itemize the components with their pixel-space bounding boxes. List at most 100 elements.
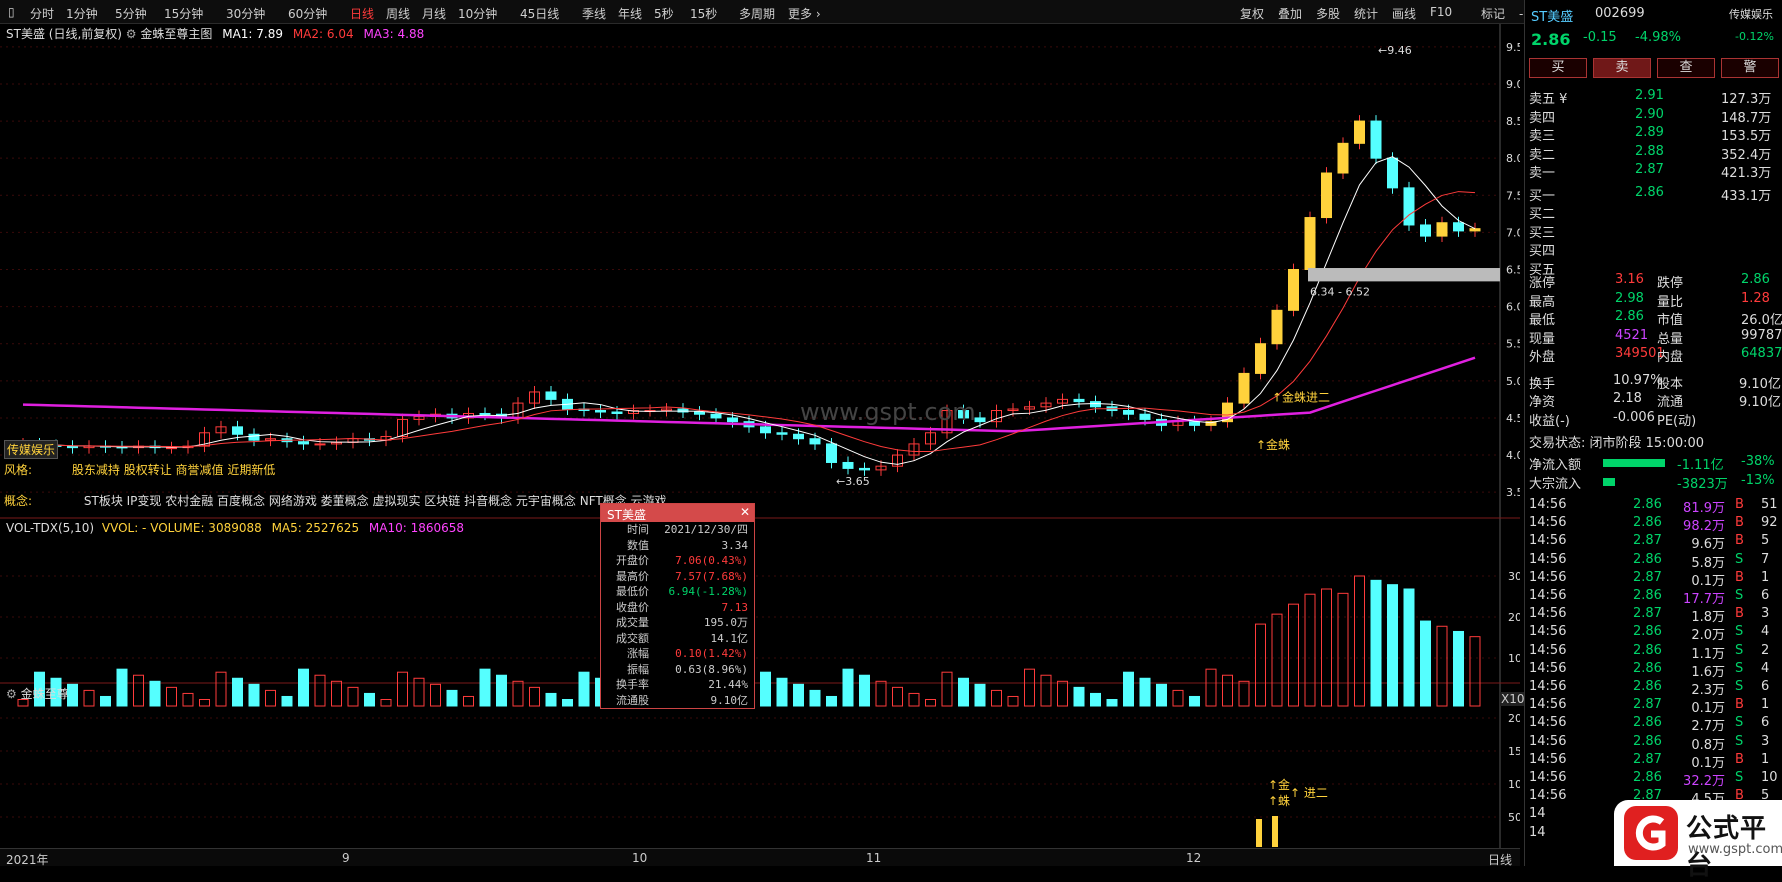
settings-icon[interactable]: ⚙ bbox=[6, 687, 17, 701]
period-tab[interactable]: 年线 bbox=[618, 5, 642, 22]
stat-cell: 10.97% bbox=[1613, 372, 1663, 388]
trade-button[interactable]: 买 bbox=[1529, 58, 1587, 78]
volume-bar bbox=[1189, 695, 1200, 707]
tick-count: 1 bbox=[1761, 751, 1770, 767]
price-tick-label: 7.50 bbox=[1506, 189, 1520, 202]
tick-time: 14:56 bbox=[1529, 660, 1567, 676]
period-tab[interactable]: 1分钟 bbox=[66, 5, 98, 22]
price-tick-label: 4.50 bbox=[1506, 412, 1520, 425]
volume-bar bbox=[182, 692, 194, 707]
tick-row: 14:56 2.86 5.8万 S 7 bbox=[1525, 552, 1782, 571]
tick-side: B bbox=[1735, 697, 1744, 713]
ask-row[interactable]: 卖四 2.90 148.7万 bbox=[1525, 107, 1782, 126]
candle bbox=[760, 426, 771, 434]
grid-icon[interactable]: ▯ bbox=[8, 5, 15, 19]
price-tick-label: 3.50 bbox=[1506, 486, 1520, 499]
toolbar-button[interactable]: 多股 bbox=[1316, 5, 1340, 22]
candle bbox=[67, 445, 78, 449]
tooltip-row: 开盘价 7.06(0.43%) bbox=[601, 553, 754, 569]
bid-row[interactable]: 买一 2.86 433.1万 bbox=[1525, 185, 1782, 204]
logo-url: www.gspt.com bbox=[1688, 842, 1782, 857]
month-label: 10 bbox=[632, 851, 648, 865]
trade-button[interactable]: 警 bbox=[1721, 58, 1779, 78]
stat-row: 最高 2.98 量比 1.28 bbox=[1525, 291, 1782, 310]
candle bbox=[776, 432, 788, 435]
vol-title[interactable]: VOL-TDX(5,10) bbox=[6, 521, 94, 535]
bid-row[interactable]: 买四 bbox=[1525, 240, 1782, 259]
tooltip-value: 2021/12/30/四 bbox=[664, 523, 748, 536]
candle bbox=[1073, 398, 1085, 403]
bid-row[interactable]: 买三 bbox=[1525, 222, 1782, 241]
sub-title[interactable]: 金蛛至尊 bbox=[21, 687, 69, 701]
volume-bar bbox=[1106, 699, 1118, 707]
volume-bar bbox=[1403, 588, 1415, 707]
toolbar-button[interactable]: 标记 bbox=[1481, 5, 1505, 22]
period-tab[interactable]: 季线 bbox=[582, 5, 606, 22]
chart-title-row: ST美盛 (日线,前复权) ⚙ 金蛛至尊主图 MA1: 7.89 MA2: 6.… bbox=[6, 25, 424, 42]
toolbar-button[interactable]: 复权 bbox=[1240, 5, 1264, 22]
kline-chart[interactable]: 9.50 9.00 8.50 8.00 7.50 7.00 6.50 6.00 5.50 5.00… bbox=[0, 24, 1520, 848]
period-tab[interactable]: 45日线 bbox=[520, 5, 559, 22]
ask-row[interactable]: 卖二 2.88 352.4万 bbox=[1525, 144, 1782, 163]
tooltip-header: ST美盛 ✕ bbox=[601, 504, 754, 522]
toolbar-button[interactable]: 画线 bbox=[1392, 5, 1416, 22]
close-icon[interactable]: ✕ bbox=[740, 505, 750, 519]
volume-bar bbox=[149, 680, 161, 707]
toolbar-button[interactable]: 叠加 bbox=[1278, 5, 1302, 22]
stat-cell: 1.28 bbox=[1741, 290, 1770, 306]
ask-row[interactable]: 卖五 ¥ 2.91 127.3万 bbox=[1525, 88, 1782, 107]
tooltip-key: 流通股 bbox=[616, 693, 649, 707]
tick-price: 2.86 bbox=[1633, 624, 1662, 640]
indicator-name[interactable]: 金蛛至尊主图 bbox=[140, 27, 212, 41]
tick-price: 2.86 bbox=[1633, 588, 1662, 603]
toolbar-button[interactable]: 统计 bbox=[1354, 5, 1378, 22]
period-tab[interactable]: 多周期 bbox=[739, 5, 775, 22]
period-tab[interactable]: 更多 › bbox=[788, 5, 821, 22]
period-tab[interactable]: 周线 bbox=[386, 5, 410, 22]
candle bbox=[479, 412, 491, 415]
volume-bar bbox=[281, 695, 293, 707]
sub-tick-label: 1500 bbox=[1508, 745, 1520, 758]
tick-price: 2.87 bbox=[1633, 533, 1662, 549]
ask-volume: 127.3万 bbox=[1721, 92, 1772, 107]
volume-bar bbox=[1453, 630, 1464, 707]
sub-title-row: ⚙ 金蛛至尊 bbox=[6, 685, 69, 702]
candle bbox=[1255, 343, 1266, 374]
chart-area[interactable]: 9.50 9.00 8.50 8.00 7.50 7.00 6.50 6.00 5.50 5.00… bbox=[0, 24, 1534, 848]
volume-bar bbox=[991, 689, 1002, 707]
ask-row[interactable]: 卖三 2.89 153.5万 bbox=[1525, 125, 1782, 144]
bid-row[interactable]: 买二 bbox=[1525, 203, 1782, 222]
signal-label: ↑金蛛进二 bbox=[1272, 390, 1330, 405]
tick-volume: 2.3万 bbox=[1691, 683, 1725, 698]
media-tag[interactable]: 传媒娱乐 bbox=[4, 440, 59, 459]
month-label: 2021年 bbox=[6, 853, 49, 867]
stat-cell: 26.0亿 bbox=[1741, 313, 1782, 328]
stat-cell: 2.86 bbox=[1615, 309, 1644, 324]
toolbar-button[interactable]: F10 bbox=[1430, 5, 1452, 19]
candle bbox=[1420, 224, 1431, 237]
trade-button[interactable]: 查 bbox=[1657, 58, 1715, 78]
period-tab[interactable]: 月线 bbox=[422, 5, 446, 22]
tooltip-value: 195.0万 bbox=[703, 616, 748, 629]
sector-tag[interactable]: 传媒娱乐 bbox=[1729, 6, 1773, 22]
tooltip-key: 成交额 bbox=[616, 631, 649, 645]
period-tab[interactable]: 日线 bbox=[350, 5, 374, 22]
flow-label: 净流入额 bbox=[1529, 458, 1582, 473]
period-tab[interactable]: 15分钟 bbox=[164, 5, 203, 22]
period-tab[interactable]: 60分钟 bbox=[288, 5, 327, 22]
period-tab[interactable]: 15秒 bbox=[690, 5, 717, 22]
settings-icon[interactable]: ⚙ bbox=[126, 27, 137, 41]
candle bbox=[1453, 222, 1464, 232]
data-tooltip[interactable]: ST美盛 ✕ 时间 2021/12/30/四 数值 3.34 开盘价 7.06(0.43%)… bbox=[600, 503, 755, 709]
stat-cell: -0.006 bbox=[1613, 409, 1655, 425]
period-tab[interactable]: 5秒 bbox=[654, 5, 674, 22]
period-tab[interactable]: 分时 bbox=[30, 5, 54, 22]
ask-row[interactable]: 卖一 2.87 421.3万 bbox=[1525, 162, 1782, 181]
tooltip-row: 收盘价 7.13 bbox=[601, 600, 754, 616]
stat-cell: 648375 bbox=[1741, 346, 1782, 361]
style-label: 风格: bbox=[4, 463, 33, 477]
trade-button[interactable]: 卖 bbox=[1593, 58, 1651, 78]
period-tab[interactable]: 5分钟 bbox=[115, 5, 147, 22]
period-tab[interactable]: 30分钟 bbox=[226, 5, 265, 22]
period-tab[interactable]: 10分钟 bbox=[458, 5, 497, 22]
